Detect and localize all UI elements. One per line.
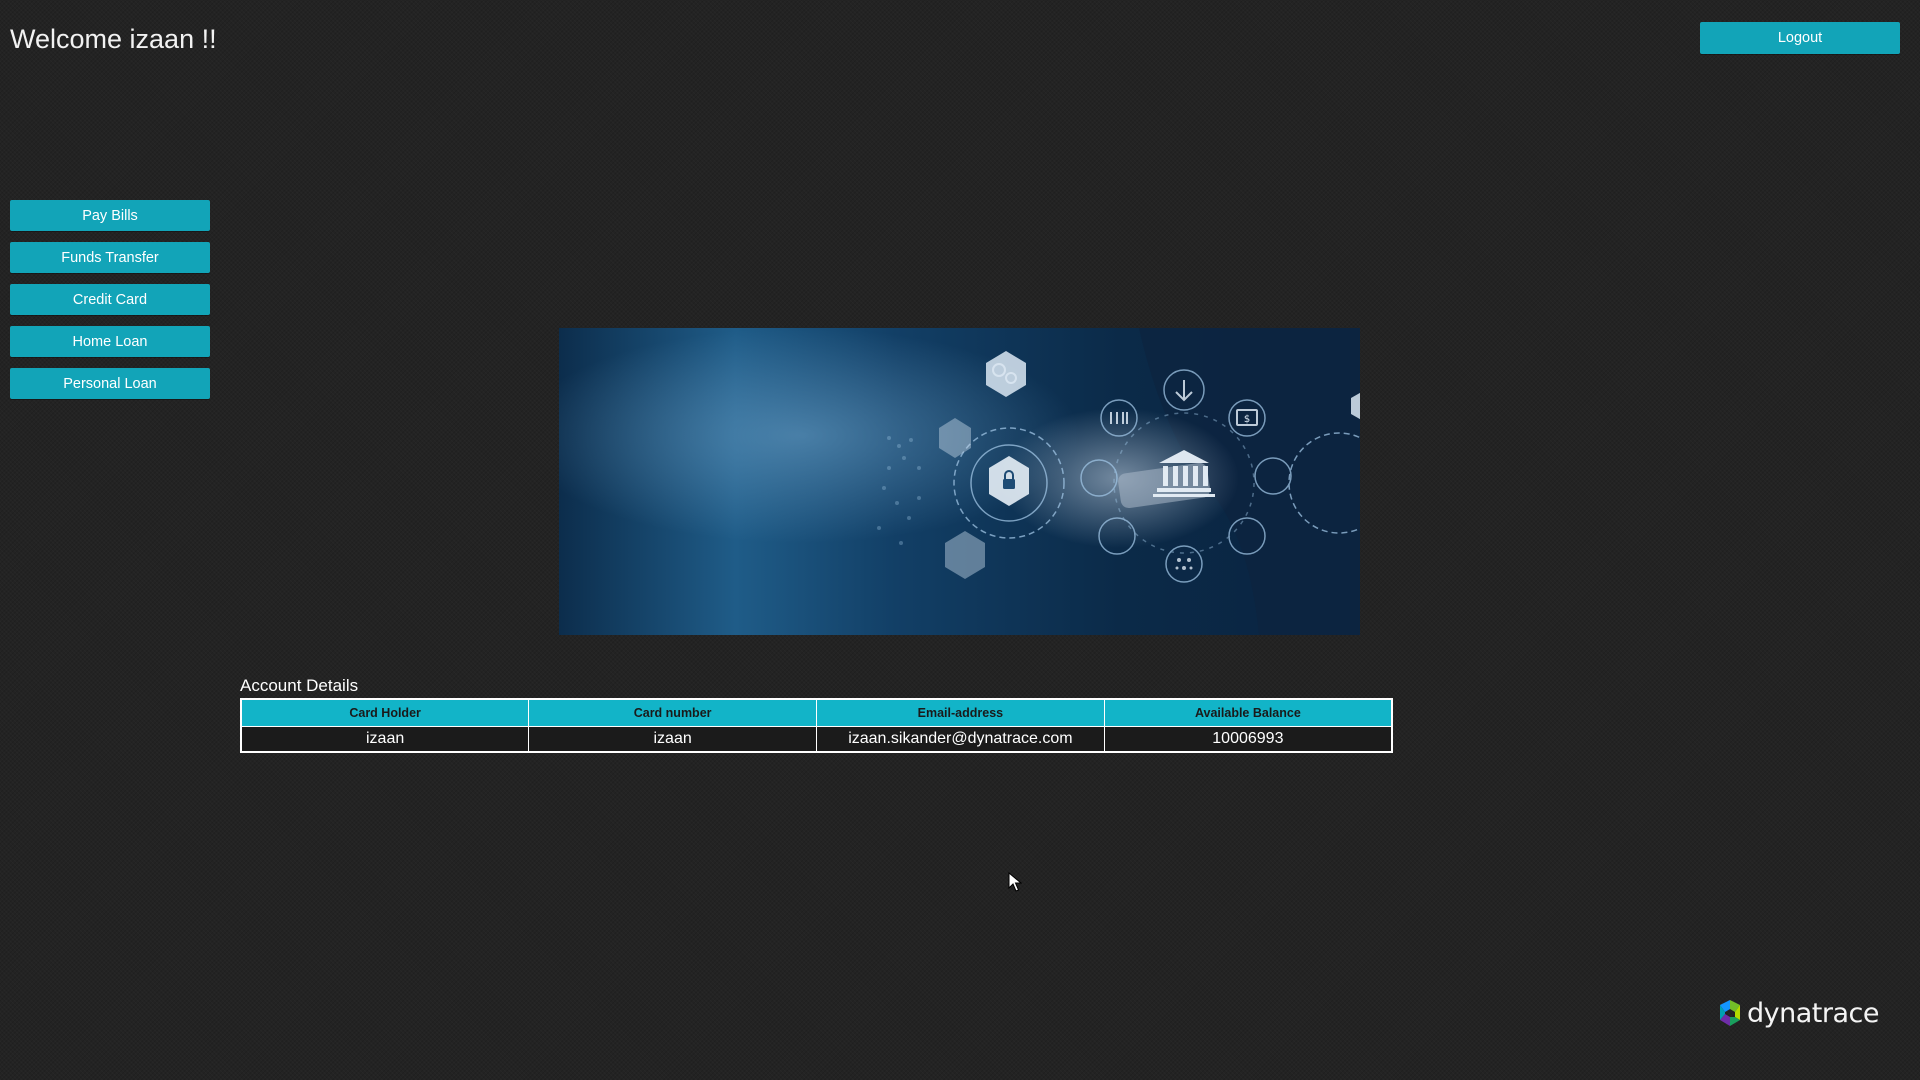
- account-details-table: Card Holder Card number Email-address Av…: [240, 698, 1393, 753]
- banking-banner-image: $: [559, 328, 1360, 635]
- funds-transfer-button[interactable]: Funds Transfer: [10, 242, 210, 273]
- personal-loan-button[interactable]: Personal Loan: [10, 368, 210, 399]
- column-header-card-holder: Card Holder: [240, 698, 530, 727]
- mouse-cursor-icon: [1008, 872, 1022, 892]
- pay-bills-button[interactable]: Pay Bills: [10, 200, 210, 231]
- table-header-row: Card Holder Card number Email-address Av…: [240, 698, 1393, 727]
- column-header-card-number: Card number: [528, 698, 817, 727]
- column-header-available-balance: Available Balance: [1103, 698, 1393, 727]
- logout-button[interactable]: Logout: [1700, 22, 1900, 54]
- available-balance-cell: 10006993: [1103, 726, 1393, 753]
- svg-text:$: $: [1244, 414, 1250, 425]
- home-loan-button[interactable]: Home Loan: [10, 326, 210, 357]
- dynatrace-logo-icon: [1720, 1000, 1740, 1026]
- column-header-email-address: Email-address: [816, 698, 1105, 727]
- table-row: izaan izaan izaan.sikander@dynatrace.com…: [240, 726, 1393, 753]
- welcome-heading: Welcome izaan !!: [10, 24, 217, 54]
- email-address-cell: izaan.sikander@dynatrace.com: [816, 726, 1105, 753]
- brand-name: dynatrace: [1747, 997, 1879, 1029]
- credit-card-button[interactable]: Credit Card: [10, 284, 210, 315]
- sidebar-nav: Pay Bills Funds Transfer Credit Card Hom…: [10, 200, 210, 410]
- dynatrace-logo: dynatrace: [1716, 996, 1879, 1030]
- card-number-cell: izaan: [528, 726, 817, 753]
- account-details-title: Account Details: [240, 676, 359, 695]
- card-holder-cell: izaan: [240, 726, 530, 753]
